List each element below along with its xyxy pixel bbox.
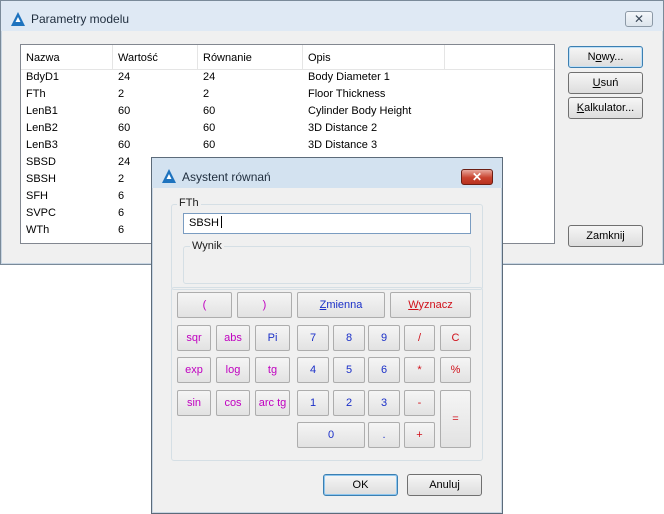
open-paren-button[interactable]: ( xyxy=(177,292,232,318)
abs-button[interactable]: abs xyxy=(216,325,250,351)
table-cell-value: 2 xyxy=(118,88,125,100)
calculate-button-text: yznacz xyxy=(418,299,453,311)
digit-7-button[interactable]: 7 xyxy=(297,325,329,351)
digit-6-button[interactable]: 6 xyxy=(368,357,400,383)
tg-button[interactable]: tg xyxy=(255,357,290,383)
log-button[interactable]: log xyxy=(216,357,250,383)
calculator-button[interactable]: Kalkulator... xyxy=(568,97,643,119)
digit-2-button[interactable]: 2 xyxy=(333,390,365,416)
table-cell-name: BdyD1 xyxy=(26,71,60,83)
clear-button[interactable]: C xyxy=(440,325,471,351)
calculator-button-hotkey: K xyxy=(576,102,585,114)
equals-button[interactable]: = xyxy=(440,390,471,448)
table-cell-name: SBSH xyxy=(26,173,56,185)
list-header: Nazwa Wartość Równanie Opis xyxy=(21,45,554,70)
table-cell-name: LenB2 xyxy=(26,122,58,134)
table-cell-value: 60 xyxy=(118,139,131,151)
table-cell-description: Cylinder Body Height xyxy=(308,105,412,117)
calculate-button-hotkey: W xyxy=(408,299,419,311)
text-caret xyxy=(220,216,222,228)
percent-button[interactable]: % xyxy=(440,357,471,383)
equation-input[interactable]: SBSH xyxy=(183,213,471,234)
new-button-text-1: N xyxy=(587,51,596,63)
table-cell-equation: 24 xyxy=(203,71,216,83)
dialog-close-icon[interactable]: ✕ xyxy=(461,169,493,185)
multiply-button[interactable]: * xyxy=(404,357,435,383)
digit-8-button[interactable]: 8 xyxy=(333,325,365,351)
table-cell-equation: 60 xyxy=(203,105,216,117)
window-title: Parametry modelu xyxy=(31,12,130,26)
equation-input-text: SBSH xyxy=(189,217,219,229)
pi-button[interactable]: Pi xyxy=(255,325,290,351)
sin-button[interactable]: sin xyxy=(177,390,211,416)
exp-button[interactable]: exp xyxy=(177,357,211,383)
table-cell-equation: 2 xyxy=(203,88,210,100)
table-row[interactable]: BdyD1 24 24 Body Diameter 1 xyxy=(21,69,554,86)
column-header-name[interactable]: Nazwa xyxy=(21,45,113,69)
calculate-button[interactable]: Wyznacz xyxy=(390,292,471,318)
table-cell-description: 3D Distance 2 xyxy=(308,122,378,134)
close-icon[interactable]: ✕ xyxy=(625,11,653,27)
table-cell-description: Body Diameter 1 xyxy=(308,71,390,83)
digit-1-button[interactable]: 1 xyxy=(297,390,329,416)
delete-button-hotkey: U xyxy=(592,77,601,89)
divide-button[interactable]: / xyxy=(404,325,435,351)
table-cell-value: 6 xyxy=(118,190,125,202)
table-cell-name: WTh xyxy=(26,224,50,236)
ok-button[interactable]: OK xyxy=(323,474,398,496)
cancel-button[interactable]: Anuluj xyxy=(407,474,482,496)
table-cell-value: 60 xyxy=(118,105,131,117)
equation-assistant-dialog: Asystent równań ✕ FTh SBSH Wynik ( ) Zmi… xyxy=(151,157,503,514)
new-button[interactable]: Nowy... xyxy=(568,46,643,68)
delete-button-text: suń xyxy=(600,77,619,89)
table-cell-name: SVPC xyxy=(26,207,56,219)
variable-button-text: mienna xyxy=(326,299,363,311)
table-cell-value: 2 xyxy=(118,173,125,185)
dialog-title: Asystent równań xyxy=(182,170,271,184)
variable-group-label: FTh xyxy=(177,197,201,209)
table-row[interactable]: LenB3 60 60 3D Distance 3 xyxy=(21,137,554,154)
close-paren-button[interactable]: ) xyxy=(237,292,292,318)
table-cell-name: FTh xyxy=(26,88,46,100)
table-cell-name: SBSD xyxy=(26,156,56,168)
table-cell-equation: 60 xyxy=(203,139,216,151)
dialog-logo-icon xyxy=(162,169,176,183)
sqr-button[interactable]: sqr xyxy=(177,325,211,351)
app-logo-icon xyxy=(11,12,25,26)
result-group xyxy=(183,246,471,284)
digit-5-button[interactable]: 5 xyxy=(333,357,365,383)
result-label: Wynik xyxy=(190,240,224,252)
table-cell-description: 3D Distance 3 xyxy=(308,139,378,151)
close-button[interactable]: Zamknij xyxy=(568,225,643,247)
table-cell-equation: 60 xyxy=(203,122,216,134)
digit-3-button[interactable]: 3 xyxy=(368,390,400,416)
calculator-button-text: alkulator... xyxy=(584,102,635,114)
decimal-point-button[interactable]: . xyxy=(368,422,400,448)
table-row[interactable]: LenB2 60 60 3D Distance 2 xyxy=(21,120,554,137)
table-cell-description: Floor Thickness xyxy=(308,88,386,100)
variable-button[interactable]: Zmienna xyxy=(297,292,385,318)
column-header-value[interactable]: Wartość xyxy=(113,45,198,69)
table-cell-name: LenB3 xyxy=(26,139,58,151)
plus-button[interactable]: + xyxy=(404,422,435,448)
arctg-button[interactable]: arc tg xyxy=(255,390,290,416)
digit-4-button[interactable]: 4 xyxy=(297,357,329,383)
digit-9-button[interactable]: 9 xyxy=(368,325,400,351)
table-cell-name: LenB1 xyxy=(26,105,58,117)
minus-button[interactable]: - xyxy=(404,390,435,416)
table-row[interactable]: FTh 2 2 Floor Thickness xyxy=(21,86,554,103)
table-row[interactable]: LenB1 60 60 Cylinder Body Height xyxy=(21,103,554,120)
table-cell-value: 24 xyxy=(118,156,131,168)
table-cell-value: 24 xyxy=(118,71,131,83)
column-header-equation[interactable]: Równanie xyxy=(198,45,303,69)
digit-0-button[interactable]: 0 xyxy=(297,422,365,448)
table-cell-value: 6 xyxy=(118,207,125,219)
table-cell-name: SFH xyxy=(26,190,48,202)
cos-button[interactable]: cos xyxy=(216,390,250,416)
delete-button[interactable]: Usuń xyxy=(568,72,643,94)
table-cell-value: 60 xyxy=(118,122,131,134)
new-button-text-2: wy... xyxy=(601,51,624,63)
table-cell-value: 6 xyxy=(118,224,125,236)
column-header-description[interactable]: Opis xyxy=(303,45,445,69)
